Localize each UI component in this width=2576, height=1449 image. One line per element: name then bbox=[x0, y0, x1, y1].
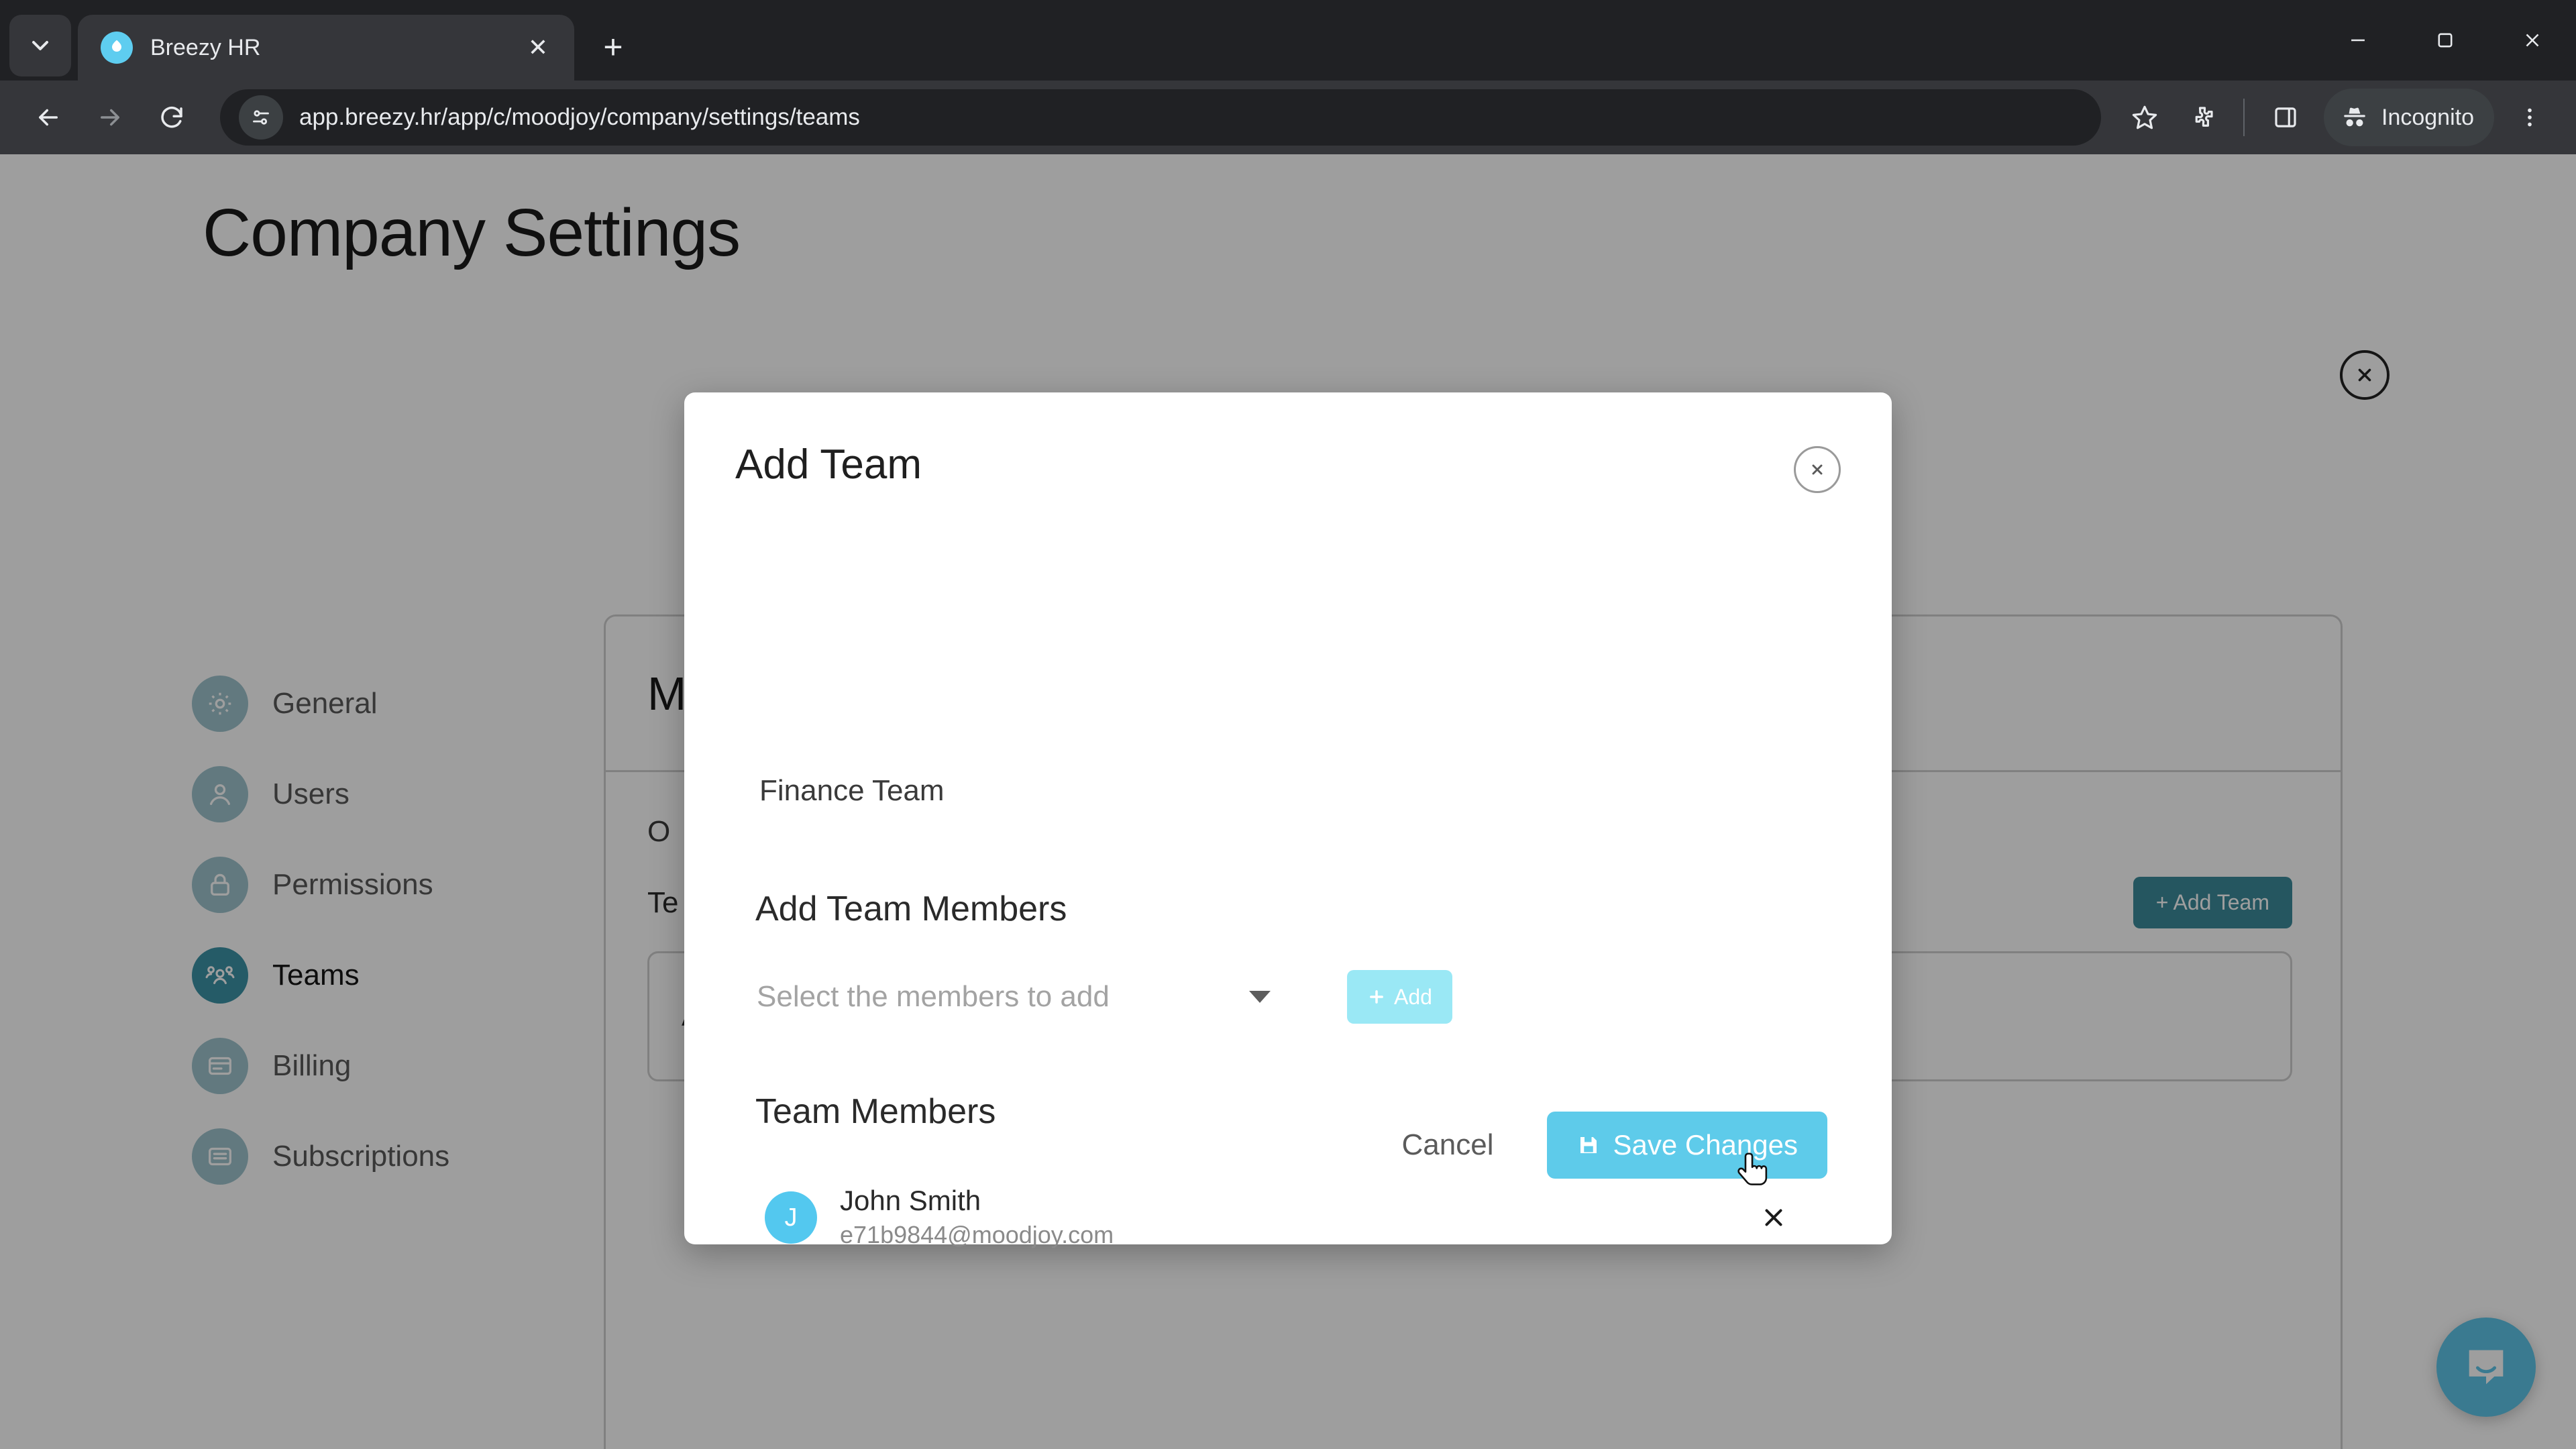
tab-close-button[interactable]: ✕ bbox=[519, 29, 557, 66]
add-members-row: Select the members to add Add bbox=[757, 966, 1452, 1028]
window-maximize-button[interactable] bbox=[2402, 0, 2489, 80]
avatar: J bbox=[765, 1191, 817, 1244]
address-bar[interactable]: app.breezy.hr/app/c/moodjoy/company/sett… bbox=[220, 89, 2101, 146]
close-icon bbox=[1765, 1209, 1782, 1226]
modal-close-button[interactable] bbox=[1794, 446, 1841, 493]
add-member-button[interactable]: Add bbox=[1347, 970, 1452, 1024]
team-member-row: J John Smith e71b9844@moodjoy.com bbox=[765, 1177, 1825, 1258]
url-text: app.breezy.hr/app/c/moodjoy/company/sett… bbox=[299, 104, 860, 130]
modal-footer: Cancel Save Changes bbox=[684, 1112, 1892, 1179]
back-button[interactable] bbox=[17, 87, 79, 148]
window-close-button[interactable] bbox=[2489, 0, 2576, 80]
forward-arrow-icon bbox=[101, 109, 119, 126]
members-select[interactable]: Select the members to add bbox=[757, 966, 1280, 1028]
bookmark-button[interactable] bbox=[2116, 89, 2174, 146]
site-settings-button[interactable] bbox=[239, 95, 283, 140]
chevron-down-icon bbox=[1249, 991, 1271, 1003]
member-email: e71b9844@moodjoy.com bbox=[840, 1220, 1114, 1248]
tab-title: Breezy HR bbox=[150, 34, 261, 60]
side-panel-button[interactable] bbox=[2257, 89, 2314, 146]
side-panel-icon bbox=[2275, 107, 2296, 127]
floppy-disk-icon bbox=[1580, 1137, 1597, 1153]
new-tab-button[interactable]: + bbox=[586, 20, 640, 74]
add-team-members-heading: Add Team Members bbox=[755, 890, 1067, 928]
add-member-label: Add bbox=[1394, 984, 1432, 1009]
browser-window: Breezy HR ✕ + app.breezy.hr/app/c/moodjo… bbox=[0, 0, 2576, 1449]
cancel-button[interactable]: Cancel bbox=[1391, 1119, 1505, 1171]
puzzle-piece-icon bbox=[2195, 107, 2213, 127]
reload-button[interactable] bbox=[141, 87, 203, 148]
breezy-logo-icon bbox=[101, 32, 133, 64]
tune-icon bbox=[253, 110, 269, 125]
toolbar-divider bbox=[2243, 99, 2245, 136]
save-changes-button[interactable]: Save Changes bbox=[1547, 1112, 1827, 1179]
reload-icon bbox=[161, 107, 182, 128]
circle-close-icon bbox=[1812, 464, 1823, 475]
forward-button[interactable] bbox=[79, 87, 141, 148]
browser-tab[interactable]: Breezy HR ✕ bbox=[78, 15, 574, 80]
chevron-down-icon bbox=[32, 41, 48, 50]
remove-member-button[interactable] bbox=[1752, 1196, 1795, 1239]
window-minimize-button[interactable] bbox=[2314, 0, 2402, 80]
save-changes-label: Save Changes bbox=[1613, 1129, 1798, 1161]
minimize-icon bbox=[2351, 39, 2365, 42]
add-team-modal: Add Team Add Team Members Select the mem… bbox=[684, 392, 1892, 1248]
maximize-icon bbox=[2438, 33, 2453, 48]
browser-toolbar: app.breezy.hr/app/c/moodjoy/company/sett… bbox=[0, 80, 2576, 154]
window-controls bbox=[2314, 0, 2576, 80]
incognito-hat-icon bbox=[2344, 107, 2365, 127]
tab-search-button[interactable] bbox=[9, 15, 71, 76]
browser-menu-button[interactable] bbox=[2501, 89, 2559, 146]
plus-icon bbox=[1370, 990, 1383, 1004]
incognito-label: Incognito bbox=[2381, 104, 2474, 130]
team-name-input[interactable] bbox=[759, 767, 1806, 815]
company-settings-page: Company Settings General Users Permissio… bbox=[0, 154, 2576, 1449]
member-info: John Smith e71b9844@moodjoy.com bbox=[840, 1183, 1752, 1251]
incognito-indicator[interactable]: Incognito bbox=[2324, 89, 2494, 146]
kebab-menu-icon bbox=[2528, 108, 2532, 127]
page-viewport: Company Settings General Users Permissio… bbox=[0, 154, 2576, 1449]
members-select-placeholder: Select the members to add bbox=[757, 980, 1110, 1013]
star-icon bbox=[2132, 105, 2157, 129]
member-name: John Smith bbox=[840, 1185, 981, 1217]
window-close-icon bbox=[2526, 34, 2539, 47]
extensions-button[interactable] bbox=[2174, 89, 2231, 146]
modal-title: Add Team bbox=[735, 441, 922, 488]
back-arrow-icon bbox=[39, 109, 58, 126]
tab-strip: Breezy HR ✕ + bbox=[0, 0, 2576, 80]
